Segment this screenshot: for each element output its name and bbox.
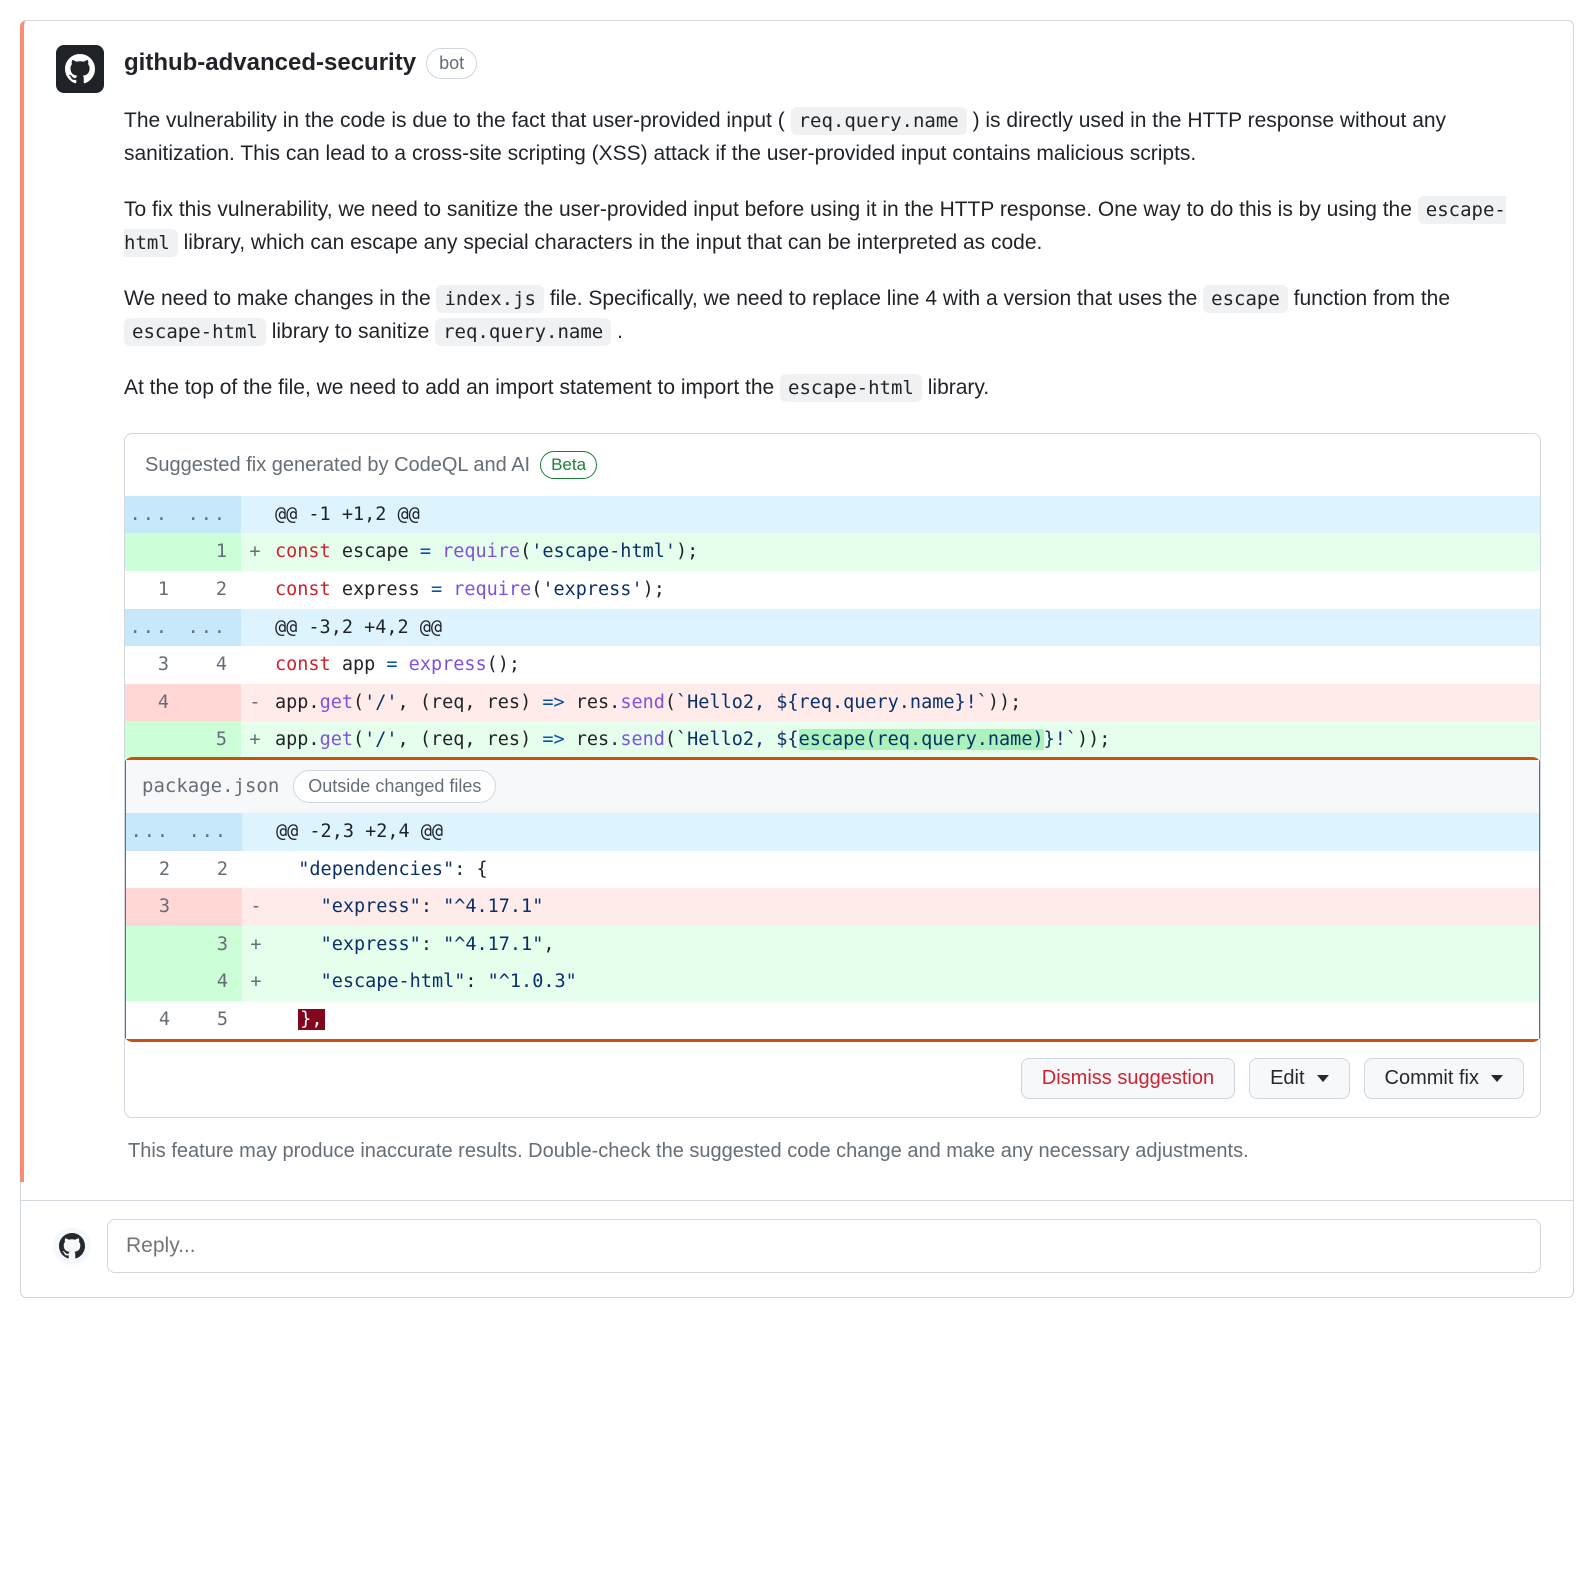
inline-code: escape-html — [780, 374, 922, 402]
diff-table-1: ... ... @@ -1 +1,2 @@ 1 + const escape =… — [125, 496, 1540, 759]
comment-text: The vulnerability in the code is due to … — [124, 105, 1541, 405]
diff-hunk: ... ... @@ -1 +1,2 @@ — [125, 496, 1540, 534]
paragraph-3: We need to make changes in the index.js … — [124, 283, 1541, 348]
diff-line-added: 5 + app.get('/', (req, res) => res.send(… — [125, 721, 1540, 759]
file-header: package.json Outside changed files — [126, 760, 1539, 813]
diff-line-context: 1 2 const express = require('express'); — [125, 571, 1540, 609]
diff-table-2: ... ... @@ -2,3 +2,4 @@ 2 2 "dependencie… — [126, 813, 1539, 1039]
user-avatar[interactable] — [53, 1227, 91, 1265]
comment: github-advanced-security bot The vulnera… — [20, 21, 1573, 1182]
bot-badge: bot — [426, 48, 477, 79]
github-icon — [65, 54, 95, 84]
comment-body: github-advanced-security bot The vulnera… — [124, 45, 1541, 1166]
diff-line-added: 4 + "escape-html": "^1.0.3" — [126, 963, 1539, 1001]
paragraph-4: At the top of the file, we need to add a… — [124, 372, 1541, 405]
highlight-annotation: package.json Outside changed files ... .… — [124, 757, 1541, 1042]
inline-code: escape-html — [124, 318, 266, 346]
author-name[interactable]: github-advanced-security — [124, 45, 416, 81]
diff-hunk: ... ... @@ -2,3 +2,4 @@ — [126, 813, 1539, 851]
caret-down-icon — [1317, 1075, 1329, 1082]
comment-header: github-advanced-security bot — [124, 45, 1541, 81]
suggestion-actions: Dismiss suggestion Edit Commit fix — [125, 1040, 1540, 1117]
paragraph-2: To fix this vulnerability, we need to sa… — [124, 194, 1541, 259]
suggestion-header: Suggested fix generated by CodeQL and AI… — [125, 434, 1540, 496]
inline-code: index.js — [436, 285, 544, 313]
diff-line-context: 4 5 }, — [126, 1001, 1539, 1039]
diff-line-deleted: 4 - app.get('/', (req, res) => res.send(… — [125, 684, 1540, 722]
diff-line-context: 2 2 "dependencies": { — [126, 851, 1539, 889]
diff-line-added: 3 + "express": "^4.17.1", — [126, 926, 1539, 964]
commit-fix-button[interactable]: Commit fix — [1364, 1058, 1524, 1099]
file-name: package.json — [142, 772, 279, 801]
inline-code: req.query.name — [435, 318, 611, 346]
outside-files-badge: Outside changed files — [293, 770, 496, 803]
reply-row — [21, 1200, 1573, 1297]
paragraph-1: The vulnerability in the code is due to … — [124, 105, 1541, 170]
reply-input[interactable] — [107, 1219, 1541, 1273]
footnote: This feature may produce inaccurate resu… — [128, 1136, 1537, 1166]
beta-badge: Beta — [540, 451, 597, 479]
diff-line-context: 3 4 const app = express(); — [125, 646, 1540, 684]
diff-line-deleted: 3 - "express": "^4.17.1" — [126, 888, 1539, 926]
diff-line-added: 1 + const escape = require('escape-html'… — [125, 533, 1540, 571]
dismiss-button[interactable]: Dismiss suggestion — [1021, 1058, 1235, 1099]
comment-container: github-advanced-security bot The vulnera… — [20, 20, 1574, 1298]
octocat-icon — [59, 1233, 85, 1259]
diff-hunk: ... ... @@ -3,2 +4,2 @@ — [125, 609, 1540, 647]
edit-button[interactable]: Edit — [1249, 1058, 1349, 1099]
author-avatar[interactable] — [56, 45, 104, 93]
suggestion-box: Suggested fix generated by CodeQL and AI… — [124, 433, 1541, 1118]
caret-down-icon — [1491, 1075, 1503, 1082]
inline-code: escape — [1203, 285, 1288, 313]
inline-code: req.query.name — [791, 107, 967, 135]
